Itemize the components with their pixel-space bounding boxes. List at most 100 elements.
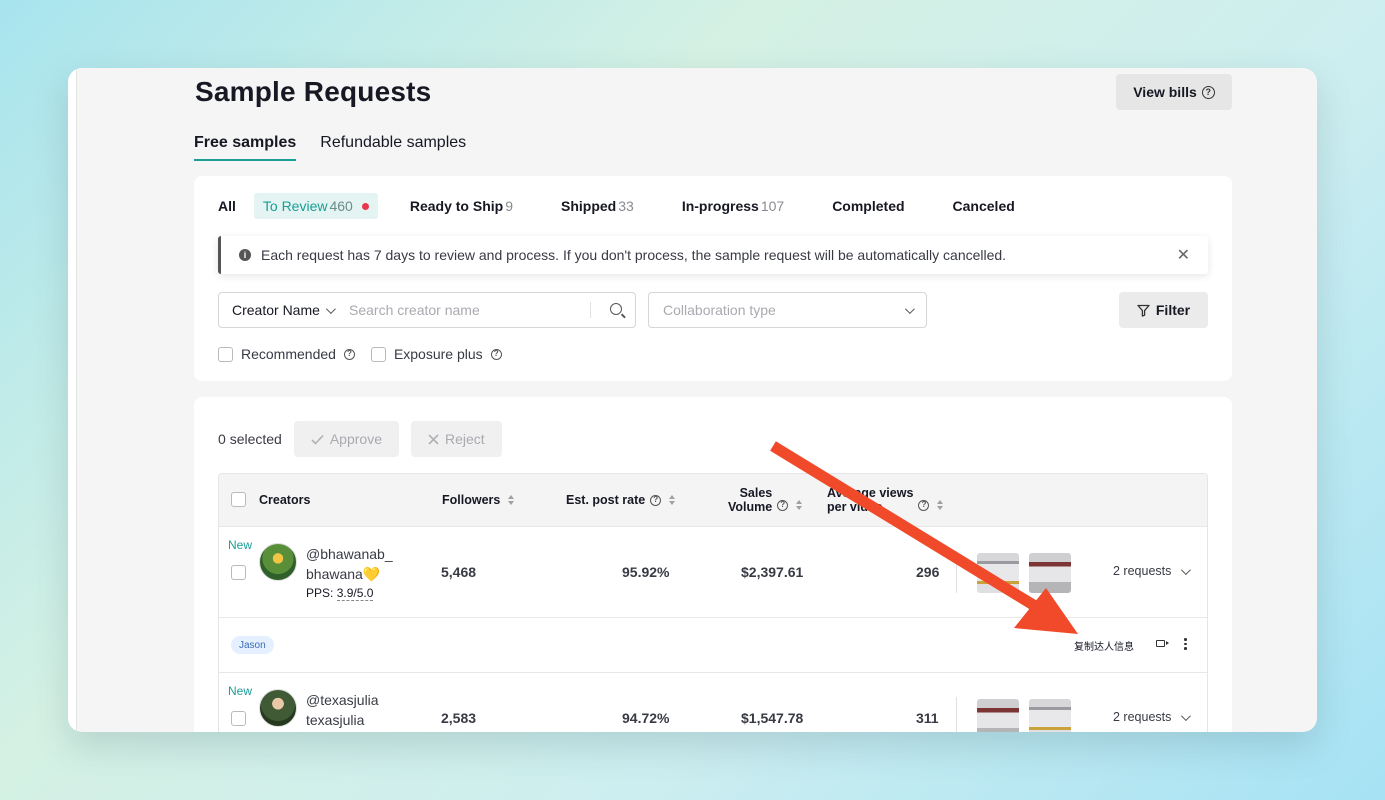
pps-label: PPS:: [306, 586, 334, 600]
page-title: Sample Requests: [195, 76, 432, 107]
divider: [956, 697, 957, 732]
creator-search: Creator Name: [218, 292, 636, 328]
creator-name: texasjulia: [306, 712, 365, 728]
table-header: Creators Followers Est. post rate ? Sale…: [219, 474, 1207, 526]
product-thumbnail[interactable]: [1029, 699, 1071, 732]
selected-count-value: 0: [218, 431, 226, 447]
review-notice: i Each request has 7 days to review and …: [218, 236, 1208, 274]
status-tabs: All To Review 460 Ready to Ship 9 Shippe…: [218, 193, 1063, 219]
requests-table: Creators Followers Est. post rate ? Sale…: [218, 473, 1208, 732]
tab-ready-to-ship-label: Ready to Ship: [409, 198, 504, 214]
alert-dot: [361, 202, 369, 210]
search-field-select-label: Creator Name: [232, 302, 320, 318]
more-icon[interactable]: [1184, 638, 1187, 650]
tab-ready-to-ship[interactable]: Ready to Ship 9: [410, 193, 513, 219]
exposure-plus-checkbox[interactable]: [370, 346, 386, 362]
tab-canceled[interactable]: Canceled: [953, 193, 1015, 219]
tab-all[interactable]: All: [218, 193, 236, 219]
requests-expander[interactable]: 2 requests: [1113, 710, 1192, 724]
copy-creator-info-button[interactable]: 复制达人信息: [1074, 638, 1134, 653]
header-sales-line2: Volume: [728, 500, 773, 514]
header-post-rate[interactable]: Est. post rate ?: [566, 493, 676, 507]
search-icon[interactable]: [610, 303, 622, 315]
pps-value[interactable]: 3.9/5.0: [336, 586, 374, 601]
collaboration-type-select[interactable]: Collaboration type: [648, 292, 927, 328]
tab-all-label: All: [218, 198, 236, 214]
header-creators: Creators: [259, 493, 310, 507]
avatar: [259, 543, 297, 581]
creator-name: bhawana💛: [306, 566, 381, 582]
filter-icon: [1137, 304, 1150, 317]
video-icon[interactable]: [1156, 640, 1165, 647]
header-views-line1: Average views: [827, 486, 914, 500]
header-average-views[interactable]: Average views per video ?: [827, 486, 944, 514]
exposure-plus-option[interactable]: Exposure plus ?: [370, 346, 502, 362]
sort-icon: [796, 500, 803, 510]
divider: [956, 551, 957, 593]
question-icon: ?: [650, 494, 662, 506]
tab-to-review[interactable]: To Review 460: [253, 193, 378, 219]
app-window: Sample Requests View bills ? Free sample…: [68, 68, 1317, 732]
sales-value: $2,397.61: [741, 564, 804, 580]
requests-card: 0 selected Approve Reject Creators Follo…: [194, 397, 1232, 732]
product-thumbnail[interactable]: [1029, 553, 1071, 593]
recommended-label: Recommended: [241, 346, 336, 362]
tab-in-progress[interactable]: In-progress 107: [682, 193, 784, 219]
view-bills-button[interactable]: View bills ?: [1116, 74, 1232, 110]
reject-label: Reject: [445, 431, 485, 447]
avg-views-value: 311: [916, 710, 939, 726]
tab-shipped[interactable]: Shipped 33: [561, 193, 634, 219]
creator-handle[interactable]: @bhawanab_: [306, 546, 393, 562]
chevron-down-icon: [1181, 564, 1192, 575]
table-row[interactable]: New @bhawanab_ bhawana💛 PPS: 3.9/5.0 5,4…: [219, 526, 1207, 617]
sort-icon: [937, 500, 944, 510]
sort-icon: [669, 495, 676, 505]
bulk-toolbar: 0 selected Approve Reject: [218, 421, 502, 457]
sales-value: $1,547.78: [741, 710, 804, 726]
header-sales-volume-label: Sales Volume: [728, 486, 772, 514]
header-sales-volume[interactable]: Sales Volume ?: [728, 486, 803, 514]
avatar: [259, 689, 297, 727]
recommended-checkbox[interactable]: [218, 346, 233, 362]
header-followers[interactable]: Followers: [442, 493, 515, 507]
question-icon: ?: [1201, 85, 1215, 99]
reject-button[interactable]: Reject: [411, 421, 502, 457]
product-thumbnail[interactable]: [977, 553, 1019, 593]
select-all-checkbox[interactable]: [231, 492, 246, 507]
close-icon[interactable]: ✕: [1177, 245, 1190, 265]
chevron-down-icon: [904, 303, 915, 314]
filter-label: Filter: [1155, 302, 1191, 318]
avg-views-value: 296: [916, 564, 940, 580]
row-actions: Jason 复制达人信息: [219, 617, 1207, 672]
sample-type-tabs: Free samples Refundable samples: [194, 134, 466, 161]
filter-button[interactable]: Filter: [1119, 292, 1208, 328]
creator-handle[interactable]: @texasjulia: [306, 692, 379, 708]
exposure-plus-label: Exposure plus: [393, 346, 483, 362]
product-thumbnail[interactable]: [977, 699, 1019, 732]
approve-label: Approve: [329, 431, 382, 447]
approve-button[interactable]: Approve: [293, 421, 399, 457]
search-field-select[interactable]: Creator Name: [219, 302, 341, 318]
sort-icon: [508, 495, 515, 505]
tab-completed-label: Completed: [832, 198, 905, 214]
table-row[interactable]: New @texasjulia texasjulia 2,583 94.72% …: [219, 672, 1207, 732]
tab-shipped-count: 33: [618, 198, 634, 214]
question-icon: ?: [777, 499, 789, 511]
recommended-option[interactable]: Recommended ?: [218, 346, 355, 362]
collab-placeholder: Collaboration type: [663, 302, 776, 318]
row-checkbox[interactable]: [231, 711, 246, 726]
new-badge: New: [228, 684, 253, 698]
tab-free-samples[interactable]: Free samples: [194, 134, 297, 161]
tab-refundable-samples[interactable]: Refundable samples: [320, 134, 466, 161]
tab-canceled-label: Canceled: [952, 198, 1015, 214]
new-badge: New: [228, 538, 253, 552]
search-input[interactable]: [341, 302, 591, 318]
x-icon: [428, 433, 439, 445]
requests-expander[interactable]: 2 requests: [1113, 564, 1192, 578]
followers-value: 5,468: [441, 564, 477, 580]
header-sales-line1: Sales: [739, 486, 773, 500]
chevron-down-icon: [325, 303, 336, 314]
selected-count-label: selected: [229, 431, 282, 447]
row-checkbox[interactable]: [231, 565, 246, 580]
tab-completed[interactable]: Completed: [832, 193, 904, 219]
